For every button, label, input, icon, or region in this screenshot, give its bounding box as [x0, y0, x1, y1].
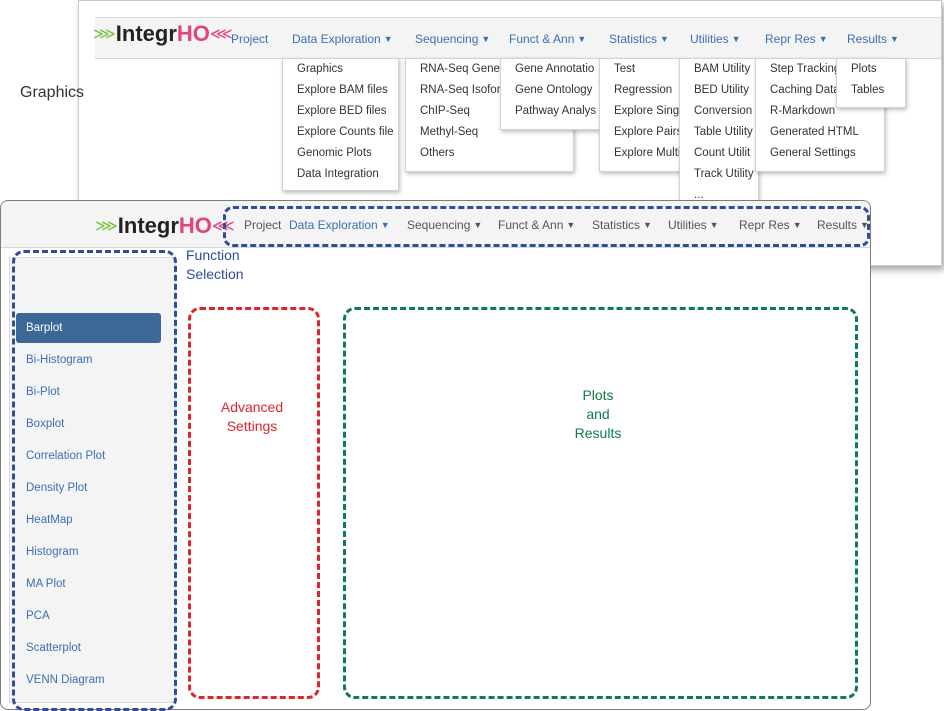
- menu-item[interactable]: Explore Counts file: [283, 122, 398, 143]
- menu-data-exploration: Graphics Explore BAM files Explore BED f…: [282, 58, 399, 191]
- advanced-settings-label: Advanced Settings: [220, 399, 284, 434]
- app-logo: ⋙IntegrHO⋘: [95, 213, 235, 238]
- menu-item[interactable]: Genomic Plots: [283, 143, 398, 164]
- sidebar-title: Graphics: [20, 84, 85, 101]
- menu-utilities: BAM Utility BED Utility Conversion Table…: [679, 58, 759, 213]
- caret-down-icon: ▼: [731, 34, 741, 44]
- nav-results[interactable]: Results ▼: [847, 32, 899, 46]
- nav-sequencing[interactable]: Sequencing ▼: [415, 32, 490, 46]
- menu-item[interactable]: Test: [600, 59, 682, 80]
- menu-item[interactable]: Regression: [600, 80, 682, 101]
- menu-item[interactable]: Explore Multi: [600, 143, 682, 164]
- nav-utilities[interactable]: Utilities ▼: [690, 32, 741, 46]
- app-logo: ⋙IntegrHO⋘: [93, 21, 233, 46]
- logo-chevron-left-icon: ⋙: [93, 26, 116, 43]
- function-selection-box: [12, 250, 177, 711]
- menu-item[interactable]: Explore Single: [600, 101, 682, 122]
- menu-item[interactable]: Plots: [837, 59, 905, 80]
- advanced-settings-box: [188, 307, 320, 699]
- menu-item[interactable]: General Settings: [756, 143, 884, 164]
- function-selection-label: Function Selection: [186, 247, 244, 282]
- caret-down-icon: ▼: [481, 34, 491, 44]
- menu-item[interactable]: Count Utilit: [680, 143, 758, 164]
- menu-statistics: Test Regression Explore Single Explore P…: [599, 58, 683, 172]
- menu-item[interactable]: Graphics: [283, 59, 398, 80]
- menu-item[interactable]: Others: [406, 143, 573, 164]
- nav-project[interactable]: Project: [231, 32, 268, 46]
- caret-down-icon: ▼: [890, 34, 899, 44]
- menu-item[interactable]: Pathway Analys: [501, 101, 599, 122]
- plots-results-label: Plots and Results: [574, 387, 622, 441]
- plots-results-box: [343, 307, 858, 699]
- menu-item[interactable]: Gene Ontology: [501, 80, 599, 101]
- menu-item[interactable]: BED Utility: [680, 80, 758, 101]
- nav-data-exploration[interactable]: Data Exploration ▼: [292, 32, 393, 46]
- caret-down-icon: ▼: [383, 34, 393, 44]
- caret-down-icon: ▼: [818, 34, 828, 44]
- menu-item[interactable]: Explore BED files: [283, 101, 398, 122]
- menu-item[interactable]: Tables: [837, 80, 905, 101]
- menu-item[interactable]: Conversion: [680, 101, 758, 122]
- menu-results: Plots Tables: [836, 58, 906, 108]
- menu-item[interactable]: Explore Pairs: [600, 122, 682, 143]
- menu-item[interactable]: Generated HTML: [756, 122, 884, 143]
- caret-down-icon: ▼: [577, 34, 587, 44]
- logo-chevron-right-icon: ⋘: [209, 26, 233, 43]
- menu-item[interactable]: Explore BAM files: [283, 80, 398, 101]
- nav-statistics[interactable]: Statistics ▼: [609, 32, 669, 46]
- logo-chevron-left-icon: ⋙: [95, 218, 118, 235]
- nav-repr-res[interactable]: Repr Res ▼: [765, 32, 828, 46]
- caret-down-icon: ▼: [660, 34, 669, 44]
- menu-item[interactable]: Track Utility: [680, 164, 758, 185]
- menu-item[interactable]: BAM Utility: [680, 59, 758, 80]
- menu-funct-ann: Gene Annotatio Gene Ontology Pathway Ana…: [500, 58, 600, 130]
- menu-item[interactable]: Table Utility: [680, 122, 758, 143]
- nav-funct-ann[interactable]: Funct & Ann ▼: [509, 32, 586, 46]
- menu-item[interactable]: Gene Annotatio: [501, 59, 599, 80]
- menu-item[interactable]: Data Integration: [283, 164, 398, 185]
- navbar-highlight-box: [223, 206, 870, 247]
